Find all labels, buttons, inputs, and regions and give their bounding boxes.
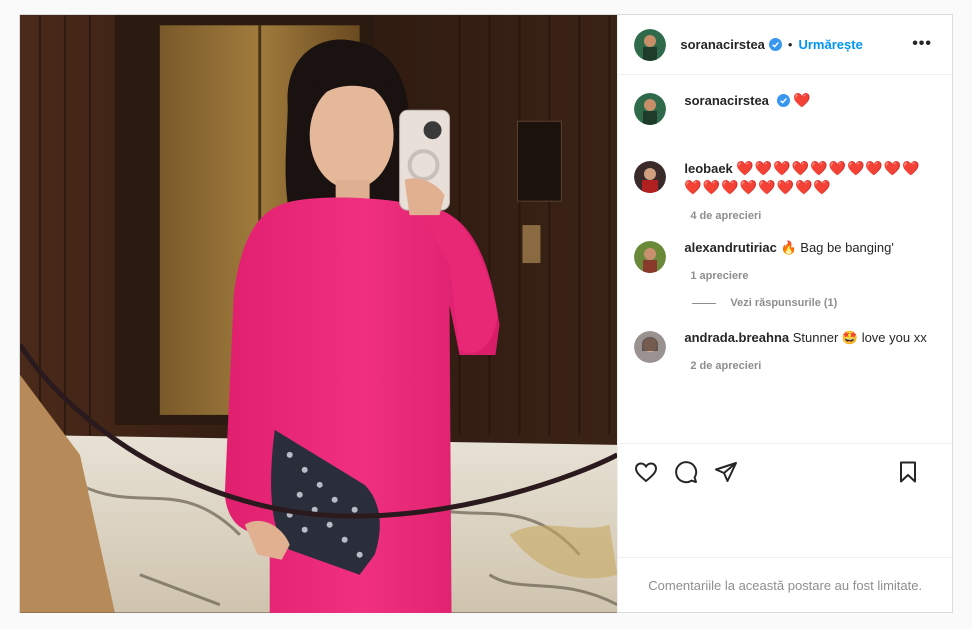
caption: soranacirstea ❤️: [634, 91, 936, 125]
post-side-panel: soranacirstea • Urmărește ••• soranacirs…: [617, 15, 952, 613]
more-options-icon[interactable]: •••: [912, 35, 932, 53]
follow-button[interactable]: Urmărește: [798, 37, 862, 52]
replies-divider: [692, 302, 717, 304]
view-replies-button[interactable]: Vezi răspunsurile (1): [692, 297, 936, 309]
comments-limited-notice: Comentariile la această postare au fost …: [618, 557, 952, 613]
comment-username[interactable]: alexandrutiriac: [684, 240, 777, 255]
post-container: soranacirstea • Urmărește ••• soranacirs…: [19, 14, 953, 613]
caption-username[interactable]: soranacirstea: [684, 93, 769, 108]
comment-likes[interactable]: 1 apreciere: [690, 267, 936, 285]
comment-item: alexandrutiriac 🔥 Bag be banging' 1 apre…: [634, 239, 936, 285]
like-icon[interactable]: [634, 460, 658, 484]
verified-icon: [776, 94, 790, 107]
caption-text: ❤️: [793, 92, 812, 108]
post-actions: [618, 443, 952, 499]
caption-avatar[interactable]: [634, 93, 667, 125]
comment-icon[interactable]: [674, 460, 698, 484]
post-header: soranacirstea • Urmărește •••: [618, 15, 952, 75]
comment-item: leobaek ❤️❤️❤️❤️❤️❤️❤️❤️❤️❤️❤️❤️❤️❤️❤️❤️…: [634, 159, 936, 225]
save-icon[interactable]: [896, 460, 920, 484]
share-icon[interactable]: [714, 460, 738, 484]
commenter-avatar[interactable]: [634, 331, 667, 363]
mirror-selfie-image: [20, 15, 618, 613]
comment-item: andrada.breahna Stunner 🤩 love you xx 2 …: [634, 329, 936, 375]
comment-likes[interactable]: 4 de aprecieri: [690, 207, 936, 225]
view-replies-label: Vezi răspunsurile (1): [730, 297, 838, 309]
commenter-avatar[interactable]: [634, 241, 667, 273]
comment-username[interactable]: leobaek: [684, 161, 732, 176]
comment-likes[interactable]: 2 de aprecieri: [690, 357, 936, 375]
author-username[interactable]: soranacirstea: [680, 37, 765, 52]
post-photo[interactable]: [20, 15, 618, 613]
comment-text: Stunner 🤩 love you xx: [792, 330, 927, 345]
comments-list[interactable]: soranacirstea ❤️ leobaek ❤️❤️❤️❤️❤️❤️❤️❤…: [618, 75, 952, 443]
comment-username[interactable]: andrada.breahna: [684, 330, 789, 345]
separator-dot: •: [787, 37, 793, 52]
verified-icon: [768, 38, 782, 51]
commenter-avatar[interactable]: [634, 161, 667, 193]
author-avatar[interactable]: [634, 28, 667, 61]
comment-text: 🔥 Bag be banging': [780, 240, 894, 255]
